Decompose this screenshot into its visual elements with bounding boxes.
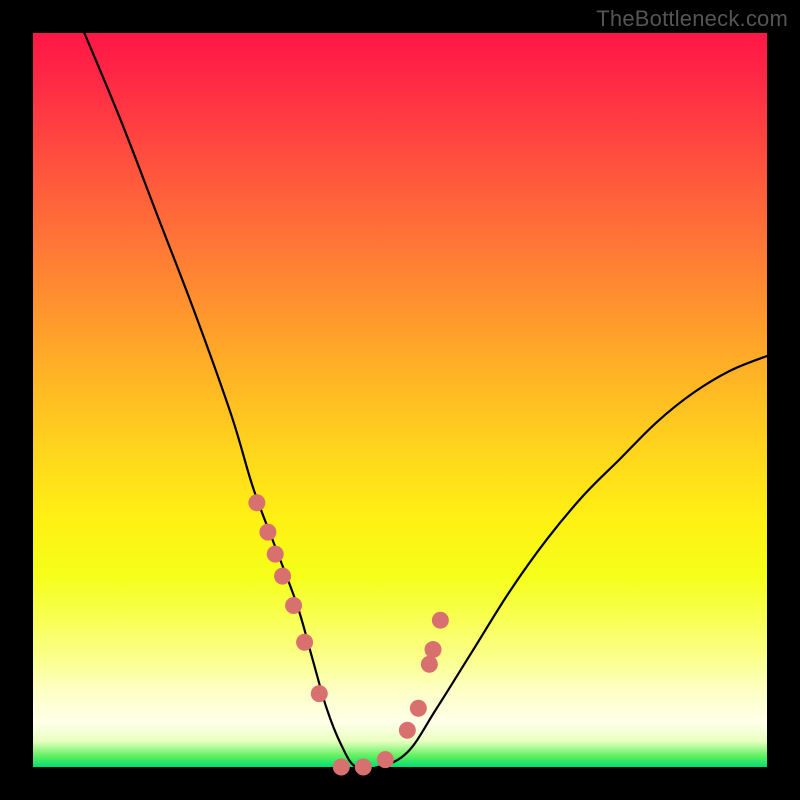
highlight-dot (285, 597, 302, 614)
highlight-dot (333, 759, 350, 776)
highlight-dot (311, 685, 328, 702)
highlight-dot (267, 546, 284, 563)
chart-frame: TheBottleneck.com (0, 0, 800, 800)
highlight-dot (377, 751, 394, 768)
highlight-dot (432, 612, 449, 629)
highlight-dots (248, 494, 449, 775)
highlight-dot (355, 759, 372, 776)
highlight-dot (296, 634, 313, 651)
watermark-text: TheBottleneck.com (596, 6, 788, 32)
highlight-dot (274, 568, 291, 585)
highlight-dot (425, 641, 442, 658)
highlight-dot (259, 524, 276, 541)
highlight-dot (421, 656, 438, 673)
curve-layer (33, 33, 767, 767)
plot-area (33, 33, 767, 767)
highlight-dot (410, 700, 427, 717)
highlight-dot (248, 494, 265, 511)
highlight-dot (399, 722, 416, 739)
